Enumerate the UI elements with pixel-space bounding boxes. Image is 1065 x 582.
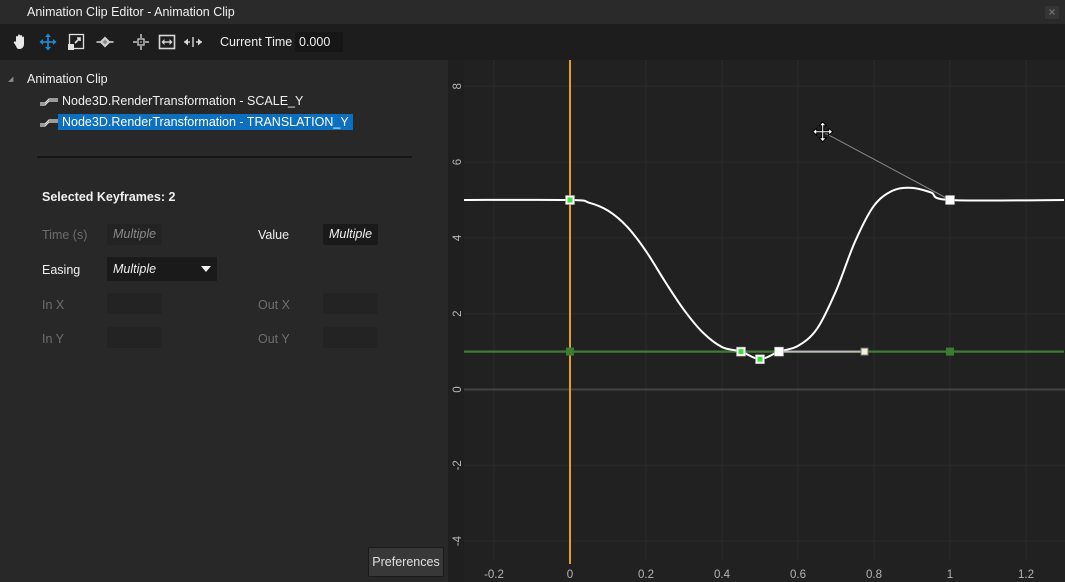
tree-root-item[interactable]: ◢ Animation Clip: [8, 72, 108, 86]
out-y-label: Out Y: [258, 332, 290, 346]
x-tick-label: 0.2: [638, 569, 654, 581]
current-time-input[interactable]: [295, 32, 343, 52]
curve-graph[interactable]: -0.2 0 0.2 0.4 0.6 0.8 1 1.2 -4 -2 0 2 4 6 8: [448, 60, 1065, 582]
y-tick-label: 6: [452, 159, 464, 165]
window-title: Animation Clip Editor - Animation Clip: [27, 5, 235, 19]
x-tick-label: 0.8: [866, 569, 882, 581]
translation-y-keyframe[interactable]: [565, 195, 575, 205]
time-field[interactable]: Multiple: [107, 224, 162, 245]
scale-icon[interactable]: [66, 32, 86, 52]
close-icon[interactable]: ×: [1045, 6, 1059, 19]
curve-track-icon: [40, 98, 58, 106]
y-tick-label: -4: [452, 535, 464, 546]
move-arrows-icon[interactable]: [38, 32, 58, 52]
keyframe-selected-dot: [738, 349, 744, 355]
x-tick-label: 1: [947, 569, 953, 581]
x-tick-label: 0: [567, 569, 573, 581]
y-tick-label: 0: [452, 386, 464, 392]
track-item-scale-y[interactable]: Node3D.RenderTransformation - SCALE_Y: [40, 92, 307, 110]
hand-icon[interactable]: [11, 32, 31, 52]
cursor-shape: [811, 121, 834, 143]
divider: [37, 156, 412, 158]
in-y-field[interactable]: [107, 327, 162, 348]
keyframe-box: [945, 195, 955, 205]
time-label: Time (s): [42, 228, 88, 242]
keyframe-box: [774, 346, 784, 357]
y-tick-label: 2: [452, 310, 464, 316]
scale-y-keyframe: [946, 347, 954, 356]
tree-root-label: Animation Clip: [27, 72, 108, 86]
x-tick-label: -0.2: [484, 569, 504, 581]
translation-y-keyframe[interactable]: [945, 195, 955, 205]
translation-y-keyframe[interactable]: [736, 346, 746, 357]
keyframe-selected-dot: [757, 356, 763, 362]
expand-horizontal-icon[interactable]: [183, 32, 203, 52]
diamond-keyframe-icon[interactable]: [95, 32, 115, 52]
left-panel: ◢ Animation Clip Node3D.RenderTransforma…: [0, 60, 448, 582]
curve-graph-canvas[interactable]: -0.2 0 0.2 0.4 0.6 0.8 1 1.2 -4 -2 0 2 4 6 8: [448, 60, 1065, 582]
curve-track-icon: [40, 119, 58, 127]
tangent-handle: [860, 347, 869, 356]
scale-y-keyframe: [566, 347, 574, 356]
y-tick-label: 4: [452, 234, 464, 241]
x-tick-label: 0.6: [790, 569, 806, 581]
selected-keyframes-count: Selected Keyframes: 2: [42, 190, 176, 204]
out-x-field[interactable]: [323, 293, 378, 314]
x-tick-label: 0.4: [714, 569, 731, 581]
translation-y-keyframe[interactable]: [755, 354, 765, 364]
in-y-label: In Y: [42, 332, 65, 346]
tangent-handle-line: [822, 131, 951, 201]
in-x-field[interactable]: [107, 293, 162, 314]
x-tick-label: 1.2: [1018, 569, 1034, 581]
translation-y-curve: [463, 186, 1065, 361]
easing-value: Multiple: [113, 262, 157, 276]
value-label: Value: [258, 228, 290, 242]
current-time-label: Current Time: [220, 35, 293, 49]
toolbar: Current Time: [0, 24, 1065, 60]
translation-y-keyframe[interactable]: [774, 346, 784, 357]
expand-triangle-icon[interactable]: ◢: [8, 75, 20, 83]
keyframe-selected-dot: [567, 197, 573, 203]
y-tick-label: -2: [452, 460, 464, 470]
value-field[interactable]: Multiple: [323, 224, 378, 245]
in-x-label: In X: [42, 298, 65, 312]
chevron-down-icon: [201, 266, 211, 272]
title-bar: Animation Clip Editor - Animation Clip ×: [0, 0, 1065, 24]
out-x-label: Out X: [258, 298, 290, 312]
y-tick-label: 8: [452, 83, 464, 89]
preferences-button[interactable]: Preferences: [368, 547, 444, 577]
out-y-field[interactable]: [323, 327, 378, 348]
track-item-translation-y[interactable]: Node3D.RenderTransformation - TRANSLATIO…: [40, 113, 353, 131]
track-label: Node3D.RenderTransformation - SCALE_Y: [62, 94, 304, 108]
easing-label: Easing: [42, 263, 81, 277]
easing-dropdown[interactable]: Multiple: [107, 257, 217, 281]
y-axis-gutter: [448, 60, 464, 582]
fit-width-icon[interactable]: [157, 32, 177, 52]
track-label: Node3D.RenderTransformation - TRANSLATIO…: [58, 114, 353, 130]
crosshair-icon[interactable]: [131, 32, 151, 52]
move-cursor-icon: [811, 121, 834, 143]
